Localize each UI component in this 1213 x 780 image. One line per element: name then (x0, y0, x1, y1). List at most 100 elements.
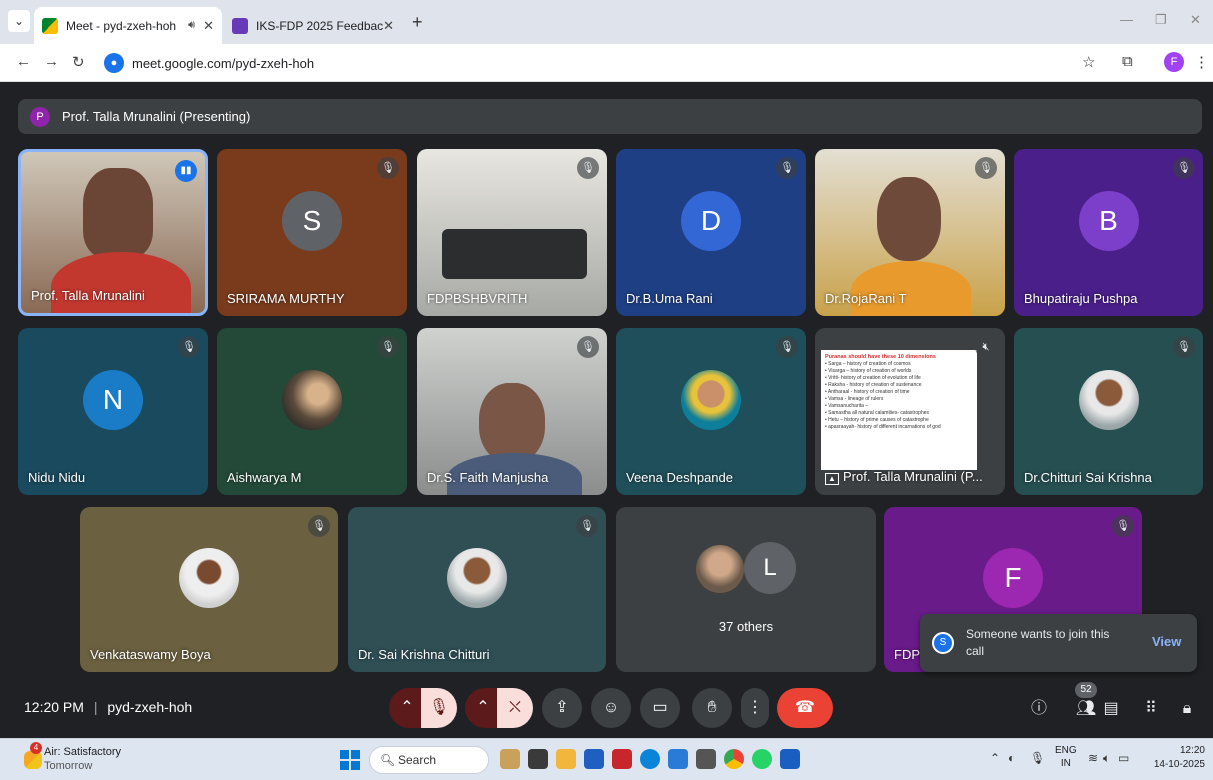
participant-tile[interactable]: 🎙︎ Dr.RojaRani T (815, 149, 1005, 316)
mic-off-button[interactable]: 🎙︎ (421, 688, 457, 728)
tab-meet[interactable]: Meet - pyd-zxeh-hoh 🔊︎ ✕ (34, 7, 222, 44)
close-tab-icon[interactable]: ✕ (203, 18, 214, 34)
task-view-icon[interactable] (528, 749, 548, 769)
snipping-tool-icon[interactable] (696, 749, 716, 769)
participant-avatar: S (282, 190, 342, 251)
profile-avatar[interactable]: F (1164, 52, 1184, 72)
forward-arrow-icon[interactable]: → (44, 53, 59, 70)
participant-video (442, 229, 587, 279)
people-icon[interactable]: 👥︎ (1073, 696, 1099, 722)
weather-widget[interactable]: Air: Satisfactory Tomorrow (44, 745, 121, 773)
store-icon[interactable] (584, 749, 604, 769)
browser-tab-strip: ⌄ Meet - pyd-zxeh-hoh 🔊︎ ✕ IKS-FDP 2025 … (0, 0, 1213, 44)
call-controls-bar: 12:20 PM | pyd-zxeh-hoh ⌃ 🎙︎ ⌃ ⛌ ⇪ ☺ ▭ ✋… (0, 682, 1213, 738)
show-hidden-icons-chevron-icon[interactable]: ⌃ (990, 751, 1000, 765)
activities-icon[interactable]: ⠿ (1138, 696, 1164, 722)
participant-tile[interactable]: 🎙︎ FDPBSHBVRITH (417, 149, 607, 316)
host-controls-icon[interactable]: 🔒︎ (1174, 696, 1200, 722)
view-join-request-button[interactable]: View (1152, 634, 1181, 649)
audio-options-chevron-icon[interactable]: ⌃ (389, 688, 425, 728)
tab-search-chevron-icon[interactable]: ⌄ (8, 10, 30, 32)
file-explorer-icon[interactable] (556, 749, 576, 769)
browser-toolbar: ← → ↻ ● meet.google.com/pyd-zxeh-hoh ☆ ⧉… (0, 44, 1213, 82)
meeting-info-icon[interactable]: ⓘ (1026, 696, 1052, 722)
weather-icon[interactable] (24, 751, 42, 769)
leave-call-button[interactable]: ☎︎ (777, 688, 833, 728)
minimize-icon[interactable]: — (1120, 12, 1133, 27)
taskbar-search-box[interactable]: 🔍︎ Search (369, 746, 489, 774)
participant-tile[interactable]: 🎙︎ S SRIRAMA MURTHY (217, 149, 407, 316)
more-menu-icon[interactable]: ⋮ (1194, 53, 1209, 71)
reload-icon[interactable]: ↻ (72, 53, 85, 71)
start-windows-icon[interactable] (340, 750, 360, 770)
volume-icon[interactable]: 🔈︎ (1103, 751, 1110, 766)
microphone-in-use-icon[interactable]: 🎙︎ (1030, 751, 1045, 765)
slide-line: • Antharaal - history of creation of tim… (825, 389, 910, 395)
weather-subtitle: Tomorrow (44, 760, 93, 772)
others-tile[interactable]: L 37 others (616, 507, 876, 672)
tab-feedback-form[interactable]: IKS-FDP 2025 Feedback form ( ✕ (224, 7, 402, 44)
back-arrow-icon[interactable]: ← (16, 53, 31, 70)
outlook-icon[interactable] (668, 749, 688, 769)
captions-button[interactable]: ▭ (640, 688, 680, 728)
chat-icon[interactable]: ▤ (1098, 696, 1124, 722)
participant-name: Dr.RojaRani T (825, 291, 907, 306)
participant-name: Dr.S. Faith Manjusha (427, 470, 549, 485)
participant-tile[interactable]: 🎙︎ Venkataswamy Boya (80, 507, 338, 672)
participant-name: Aishwarya M (227, 470, 302, 485)
input-language-indicator[interactable]: ENG IN (1055, 744, 1077, 770)
bookmark-star-icon[interactable]: ☆ (1082, 53, 1095, 71)
separator: | (93, 699, 98, 715)
speaker-icon[interactable]: 🔊︎ (188, 19, 195, 32)
join-request-message: Someone wants to join this call (966, 627, 1110, 658)
participant-name: Bhupatiraju Pushpa (1024, 291, 1138, 306)
participant-tile[interactable]: 🎙︎ N Nidu Nidu (18, 328, 208, 495)
edge-browser-icon[interactable] (640, 749, 660, 769)
participant-avatar: B (1078, 190, 1139, 251)
participant-tile[interactable]: 🎙︎ Veena Deshpande (616, 328, 806, 495)
participant-name: SRIRAMA MURTHY (227, 291, 345, 306)
widgets-icon[interactable] (500, 749, 520, 769)
participant-tile[interactable]: 🎙︎ D Dr.B.Uma Rani (616, 149, 806, 316)
weather-title: Air: Satisfactory (44, 746, 122, 758)
search-placeholder: Search (398, 753, 437, 767)
close-tab-icon[interactable]: ✕ (383, 18, 394, 34)
system-clock[interactable]: 12:20 14-10-2025 (1150, 744, 1205, 772)
participant-photo (282, 369, 342, 430)
participant-name: Dr.Chitturi Sai Krishna (1024, 470, 1152, 485)
participant-tile[interactable]: 🎙︎ Dr. Sai Krishna Chitturi (348, 507, 606, 672)
wifi-icon[interactable]: ≋ (1088, 751, 1098, 765)
new-tab-icon[interactable]: + (412, 12, 423, 33)
word-icon[interactable] (780, 749, 800, 769)
speaking-indicator-icon: ▮▮ (175, 160, 197, 182)
speaker-muted-icon: 🔇︎ (975, 336, 997, 358)
meeting-time: 12:20 PM (24, 699, 84, 715)
mic-off-icon: 🎙︎ (377, 157, 399, 179)
participant-tile[interactable]: 🎙︎ Dr.S. Faith Manjusha (417, 328, 607, 495)
meet-stage: P Prof. Talla Mrunalini (Presenting) ▮▮ … (0, 83, 1213, 738)
search-icon: 🔍︎ (380, 753, 396, 767)
emoji-reaction-button[interactable]: ☺ (591, 688, 631, 728)
close-window-icon[interactable]: ✕ (1190, 12, 1201, 28)
participant-tile[interactable]: 🎙︎ B Bhupatiraju Pushpa (1014, 149, 1203, 316)
screen-share-tile[interactable]: Puranas should have these 10 dimensions … (815, 328, 1005, 495)
camera-off-button[interactable]: ⛌ (497, 688, 533, 728)
presenting-banner: P Prof. Talla Mrunalini (Presenting) (18, 99, 1202, 134)
participant-tile[interactable]: ▮▮ Prof. Talla Mrunalini (18, 149, 208, 316)
more-options-button[interactable]: ⋮ (741, 688, 769, 728)
mic-off-icon: 🎙︎ (577, 336, 599, 358)
whatsapp-icon[interactable] (752, 749, 772, 769)
copilot-icon[interactable]: ◐ (1008, 751, 1015, 765)
participant-tile[interactable]: 🎙︎ Aishwarya M (217, 328, 407, 495)
restore-icon[interactable]: ❐ (1155, 12, 1167, 28)
participant-tile[interactable]: 🎙︎ Dr.Chitturi Sai Krishna (1014, 328, 1203, 495)
raise-hand-button[interactable]: ✋︎ (692, 688, 732, 728)
chrome-icon[interactable] (724, 749, 744, 769)
battery-icon[interactable]: ▭ (1118, 751, 1129, 765)
extensions-icon[interactable]: ⧉ (1122, 53, 1133, 70)
antivirus-icon[interactable] (612, 749, 632, 769)
address-bar[interactable]: ● meet.google.com/pyd-zxeh-hoh (96, 49, 1106, 77)
video-options-chevron-icon[interactable]: ⌃ (465, 688, 501, 728)
present-screen-button[interactable]: ⇪ (542, 688, 582, 728)
microphone-in-use-icon[interactable]: ● (104, 53, 124, 73)
